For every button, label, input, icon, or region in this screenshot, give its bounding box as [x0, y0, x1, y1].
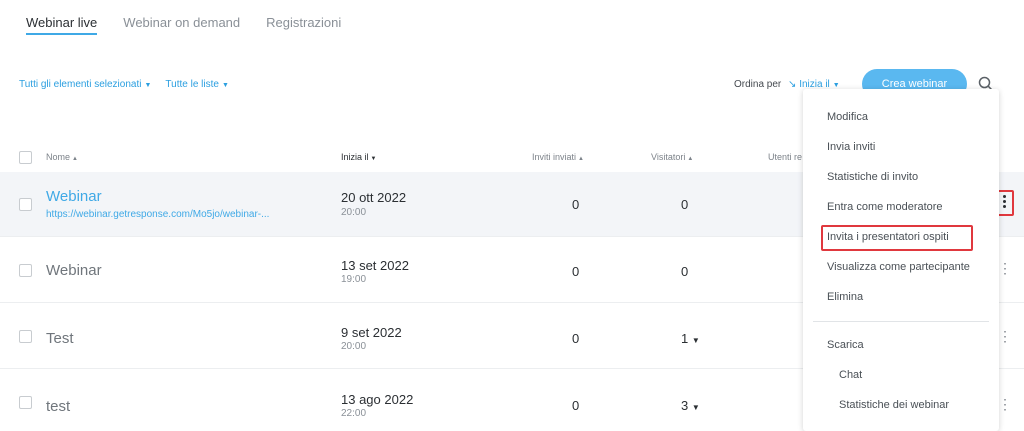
- more-options-icon[interactable]: [1003, 195, 1006, 210]
- menu-item-entra-moderatore[interactable]: Entra come moderatore: [827, 201, 943, 213]
- start-time: 20:00: [341, 341, 367, 352]
- column-visitors-label: Visitatori: [651, 152, 686, 162]
- webinar-name-link[interactable]: Webinar: [46, 262, 102, 279]
- webinar-url-link[interactable]: https://webinar.getresponse.com/Mo5jo/we…: [46, 209, 269, 220]
- more-options-icon[interactable]: ⋮: [998, 328, 1012, 345]
- row-checkbox[interactable]: [19, 264, 32, 277]
- menu-item-invita-presentatori[interactable]: Invita i presentatori ospiti: [827, 231, 949, 243]
- sort-up-icon: ▲: [687, 156, 694, 162]
- menu-item-visualizza-partecipante[interactable]: Visualizza come partecipante: [827, 261, 970, 273]
- chevron-down-icon: ▼: [144, 82, 152, 89]
- selection-filter-label: Tutti gli elementi selezionati: [19, 79, 142, 90]
- start-time: 22:00: [341, 408, 367, 419]
- tab-registrazioni[interactable]: Registrazioni: [266, 0, 341, 40]
- column-visitors-header[interactable]: Visitatori ▲: [651, 152, 693, 162]
- invites-count: 0: [572, 398, 580, 413]
- column-name-header[interactable]: Nome ▲: [46, 152, 78, 162]
- menu-item-statistiche-webinar[interactable]: Statistiche dei webinar: [839, 399, 949, 411]
- visitors-count: 3: [681, 398, 689, 413]
- column-name-label: Nome: [46, 152, 71, 162]
- row-checkbox[interactable]: [19, 198, 32, 211]
- sort-down-icon: ▼: [370, 156, 377, 162]
- column-start-label: Inizia il: [341, 152, 369, 162]
- menu-item-chat[interactable]: Chat: [839, 369, 862, 381]
- row-checkbox[interactable]: [19, 330, 32, 343]
- sort-up-icon: ▲: [72, 156, 78, 162]
- chevron-down-icon: ▼: [691, 336, 700, 345]
- webinar-name-link[interactable]: Webinar: [46, 188, 102, 205]
- menu-item-elimina[interactable]: Elimina: [827, 291, 863, 303]
- start-date: 20 ott 2022: [341, 190, 407, 205]
- menu-item-invia-inviti[interactable]: Invia inviti: [827, 141, 875, 153]
- invites-count: 0: [572, 331, 580, 346]
- lists-filter-label: Tutte le liste: [165, 79, 219, 90]
- visitors-count: 0: [681, 264, 689, 279]
- selection-filter-dropdown[interactable]: Tutti gli elementi selezionati ▼: [19, 79, 151, 90]
- filter-bar: Tutti gli elementi selezionati ▼ Tutte le…: [19, 79, 229, 90]
- visitors-count: 1: [681, 331, 689, 346]
- invites-count: 0: [572, 264, 580, 279]
- lists-filter-dropdown[interactable]: Tutte le liste ▼: [165, 79, 228, 90]
- menu-item-statistiche-invito[interactable]: Statistiche di invito: [827, 171, 918, 183]
- more-options-icon[interactable]: ⋮: [998, 396, 1012, 413]
- column-users-header[interactable]: Utenti re: [768, 152, 802, 162]
- sort-label: Ordina per: [734, 79, 782, 90]
- chevron-down-icon: ▼: [691, 403, 700, 412]
- row-checkbox[interactable]: [19, 396, 32, 409]
- visitors-dropdown[interactable]: 1 ▼: [681, 331, 700, 346]
- invites-count: 0: [572, 197, 580, 212]
- menu-item-modifica[interactable]: Modifica: [827, 111, 868, 123]
- tab-bar: Webinar live Webinar on demand Registraz…: [26, 0, 341, 40]
- row-actions-menu: Modifica Invia inviti Statistiche di inv…: [803, 89, 999, 431]
- sort-direction-icon: ↘: [788, 79, 797, 90]
- webinar-name-link[interactable]: Test: [46, 330, 74, 347]
- column-invites-label: Inviti inviati: [532, 152, 577, 162]
- visitors-dropdown[interactable]: 3 ▼: [681, 398, 700, 413]
- tab-webinar-live[interactable]: Webinar live: [26, 0, 98, 40]
- column-invites-header[interactable]: Inviti inviati ▲: [532, 152, 584, 162]
- menu-section-scarica: Scarica: [827, 339, 864, 351]
- more-options-icon[interactable]: ⋮: [998, 260, 1012, 277]
- column-start-header[interactable]: Inizia il ▼: [341, 152, 376, 162]
- start-time: 20:00: [341, 207, 367, 218]
- select-all-checkbox[interactable]: [19, 151, 32, 164]
- chevron-down-icon: ▼: [221, 82, 229, 89]
- start-date: 9 set 2022: [341, 325, 402, 340]
- tab-webinar-on-demand[interactable]: Webinar on demand: [123, 0, 240, 40]
- chevron-down-icon: ▼: [832, 82, 840, 89]
- sort-up-icon: ▲: [578, 156, 584, 162]
- webinar-name-link[interactable]: test: [46, 398, 70, 415]
- menu-divider: [813, 321, 989, 322]
- start-time: 19:00: [341, 274, 367, 285]
- start-date: 13 ago 2022: [341, 392, 414, 407]
- start-date: 13 set 2022: [341, 258, 409, 273]
- visitors-count: 0: [681, 197, 689, 212]
